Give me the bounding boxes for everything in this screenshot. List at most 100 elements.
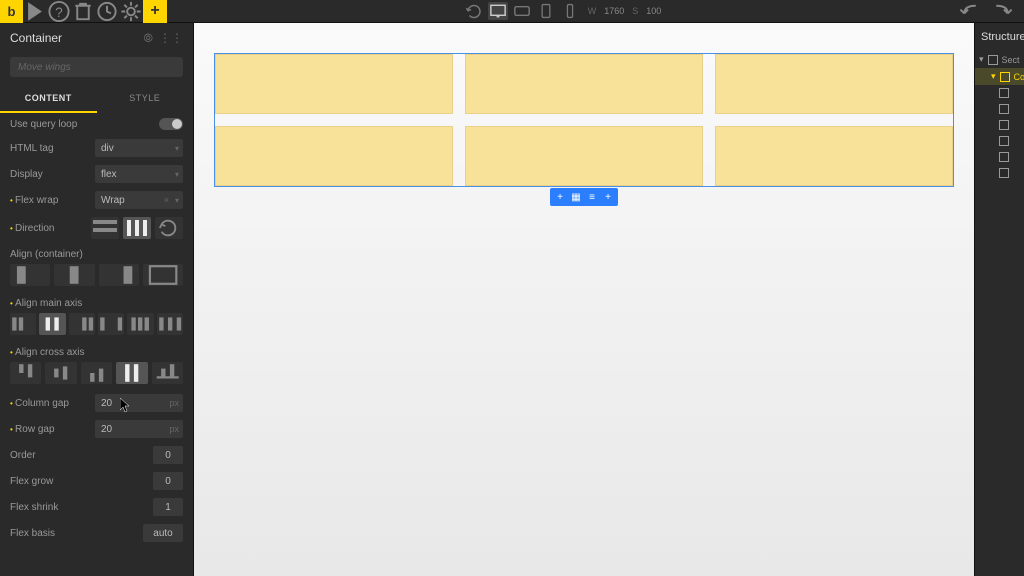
order-label: Order	[10, 450, 153, 461]
app-logo[interactable]: b	[0, 0, 23, 23]
ax-end[interactable]	[81, 362, 112, 384]
width-value[interactable]: 1760	[604, 6, 624, 16]
svg-text:?: ?	[55, 5, 62, 20]
order-input[interactable]: 0	[153, 446, 183, 464]
row-gap-label: Row gap	[10, 424, 95, 435]
am-evenly[interactable]	[157, 313, 183, 335]
flex-wrap-label: Flex wrap	[10, 195, 95, 206]
row-gap-input[interactable]: 20px	[95, 420, 183, 438]
tree-child[interactable]	[975, 117, 1024, 133]
play-icon[interactable]	[23, 0, 47, 23]
ac-end[interactable]	[99, 264, 139, 286]
query-loop-toggle[interactable]	[159, 118, 183, 130]
grid-item[interactable]	[465, 126, 703, 186]
flex-shrink-row: Flex shrink 1	[0, 494, 193, 520]
redo-icon[interactable]	[990, 0, 1014, 23]
display-label: Display	[10, 169, 95, 180]
tree-section[interactable]: ▾Sect	[975, 51, 1024, 68]
flex-shrink-input[interactable]: 1	[153, 498, 183, 516]
ac-start[interactable]	[10, 264, 50, 286]
scale-value[interactable]: 100	[646, 6, 661, 16]
refresh-icon[interactable]	[464, 2, 484, 20]
panel-tabs: CONTENT STYLE	[0, 85, 193, 113]
flex-basis-row: Flex basis auto	[0, 520, 193, 546]
column-gap-input[interactable]: 20px	[95, 394, 183, 412]
sel-add-before-icon[interactable]: +	[554, 192, 566, 203]
panel-title: Container	[10, 31, 62, 45]
add-element-button[interactable]: +	[143, 0, 167, 23]
am-start[interactable]	[10, 313, 36, 335]
direction-column-btn[interactable]	[123, 217, 151, 239]
tree-child[interactable]	[975, 149, 1024, 165]
align-cross-buttons	[0, 360, 193, 390]
canvas[interactable]: + ▦ ≡ +	[194, 23, 974, 576]
column-gap-label: Column gap	[10, 398, 95, 409]
am-center[interactable]	[39, 313, 65, 335]
flex-grow-label: Flex grow	[10, 476, 153, 487]
ax-center[interactable]	[45, 362, 76, 384]
direction-reverse-btn[interactable]	[155, 217, 183, 239]
grip-icon[interactable]: ⋮⋮	[159, 31, 183, 46]
ax-stretch[interactable]	[116, 362, 147, 384]
tab-content[interactable]: CONTENT	[0, 85, 97, 113]
history-icon[interactable]	[95, 0, 119, 23]
target-icon[interactable]: ⦾	[143, 31, 153, 46]
grid-item[interactable]	[465, 54, 703, 114]
mobile-device-icon[interactable]	[560, 2, 580, 20]
align-cross-label: Align cross axis	[0, 341, 193, 360]
grid-item[interactable]	[215, 126, 453, 186]
align-container-label: Align (container)	[0, 243, 193, 262]
tablet-landscape-icon[interactable]	[512, 2, 532, 20]
grid-item[interactable]	[215, 54, 453, 114]
direction-row: Direction	[0, 213, 193, 243]
flex-shrink-label: Flex shrink	[10, 502, 153, 513]
html-tag-row: HTML tag div▾	[0, 135, 193, 161]
direction-label: Direction	[10, 223, 91, 234]
html-tag-select[interactable]: div▾	[95, 139, 183, 157]
desktop-device-icon[interactable]	[488, 2, 508, 20]
flex-grow-row: Flex grow 0	[0, 468, 193, 494]
row-gap-row: Row gap 20px	[0, 416, 193, 442]
direction-row-btn[interactable]	[91, 217, 119, 239]
am-end[interactable]	[69, 313, 95, 335]
order-row: Order 0	[0, 442, 193, 468]
ax-baseline[interactable]	[152, 362, 183, 384]
topbar-right-group	[958, 0, 1024, 23]
sel-add-after-icon[interactable]: +	[602, 192, 614, 203]
am-between[interactable]	[98, 313, 124, 335]
trash-icon[interactable]	[71, 0, 95, 23]
help-icon[interactable]: ?	[47, 0, 71, 23]
tree-child[interactable]	[975, 133, 1024, 149]
html-tag-label: HTML tag	[10, 143, 95, 154]
left-panel: Container ⦾ ⋮⋮ Move wings CONTENT STYLE …	[0, 23, 194, 576]
column-gap-row: Column gap 20px	[0, 390, 193, 416]
align-main-label: Align main axis	[0, 292, 193, 311]
tree-child[interactable]	[975, 101, 1024, 117]
class-search-input[interactable]: Move wings	[10, 57, 183, 77]
main-area: Container ⦾ ⋮⋮ Move wings CONTENT STYLE …	[0, 23, 1024, 576]
sel-columns-icon[interactable]: ▦	[570, 192, 582, 203]
undo-icon[interactable]	[958, 0, 982, 23]
sel-rows-icon[interactable]: ≡	[586, 192, 598, 203]
width-label: W	[584, 6, 601, 16]
top-toolbar: b ? + W 1760 S 100	[0, 0, 1024, 23]
display-select[interactable]: flex▾	[95, 165, 183, 183]
settings-icon[interactable]	[119, 0, 143, 23]
flex-basis-input[interactable]: auto	[143, 524, 183, 542]
ac-stretch[interactable]	[143, 264, 183, 286]
grid-item[interactable]	[715, 126, 953, 186]
tree-child[interactable]	[975, 85, 1024, 101]
flex-wrap-select[interactable]: Wrap×▾	[95, 191, 183, 209]
ac-center[interactable]	[54, 264, 94, 286]
grid-item[interactable]	[715, 54, 953, 114]
ax-start[interactable]	[10, 362, 41, 384]
tab-style[interactable]: STYLE	[97, 85, 194, 113]
am-around[interactable]	[127, 313, 153, 335]
tree-child[interactable]	[975, 165, 1024, 181]
tree-container[interactable]: ▾Co	[975, 68, 1024, 85]
selection-toolbar: + ▦ ≡ +	[550, 188, 618, 206]
flex-grow-input[interactable]: 0	[153, 472, 183, 490]
tablet-portrait-icon[interactable]	[536, 2, 556, 20]
selected-container[interactable]: + ▦ ≡ +	[214, 53, 954, 187]
panel-title-row: Container ⦾ ⋮⋮	[0, 23, 193, 53]
